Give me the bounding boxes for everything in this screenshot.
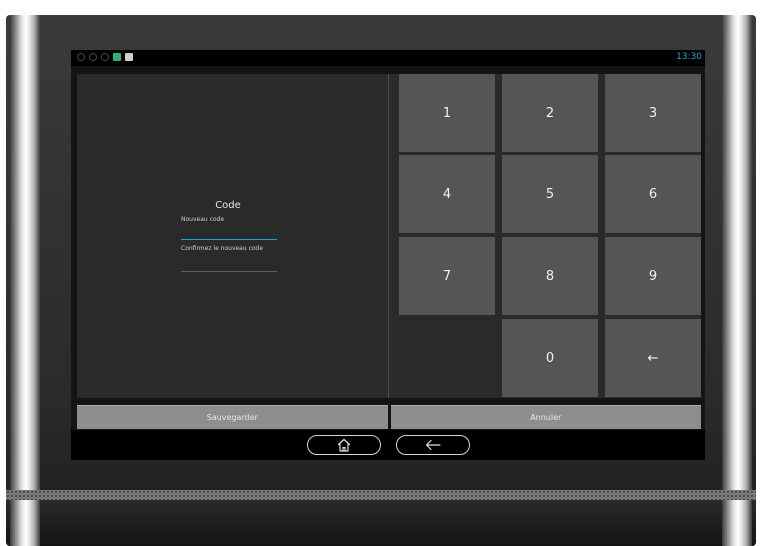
code-form: Code Nouveau code Confirmez le nouveau c… xyxy=(77,74,387,398)
code-dialog: Code Nouveau code Confirmez le nouveau c… xyxy=(77,74,701,398)
debug-icon xyxy=(101,53,109,61)
numeric-keypad: 1 2 3 4 5 6 7 8 9 0 ← xyxy=(399,74,701,398)
device-left-rail-lower xyxy=(10,500,40,546)
device-right-rail xyxy=(722,15,752,546)
key-2[interactable]: 2 xyxy=(502,74,598,152)
keyboard-icon xyxy=(125,53,133,61)
app-notification-icon xyxy=(113,53,121,61)
status-bar: 13:30 xyxy=(71,50,705,66)
device-speaker-grille xyxy=(6,490,756,500)
confirm-code-label: Confirmez le nouveau code xyxy=(181,245,264,252)
notification-icons xyxy=(77,53,133,61)
save-button[interactable]: Sauvegarder xyxy=(77,405,388,429)
navigation-bar xyxy=(71,430,705,460)
usb-icon xyxy=(89,53,97,61)
key-6[interactable]: 6 xyxy=(605,155,701,233)
key-3[interactable]: 3 xyxy=(605,74,701,152)
new-code-input[interactable] xyxy=(181,229,277,240)
sync-icon xyxy=(77,53,85,61)
key-8[interactable]: 8 xyxy=(502,237,598,315)
status-clock: 13:30 xyxy=(676,52,702,62)
device-screen: 13:30 Code Nouveau code Confirmez le nou… xyxy=(71,50,705,460)
back-button[interactable] xyxy=(396,435,470,455)
confirm-code-input[interactable] xyxy=(181,261,277,272)
key-7[interactable]: 7 xyxy=(399,237,495,315)
form-title: Code xyxy=(215,200,241,211)
backspace-arrow-icon: ← xyxy=(647,350,659,366)
key-backspace[interactable]: ← xyxy=(605,319,701,397)
cancel-button[interactable]: Annuler xyxy=(390,405,701,429)
key-0[interactable]: 0 xyxy=(502,319,598,397)
home-button[interactable] xyxy=(307,435,381,455)
key-4[interactable]: 4 xyxy=(399,155,495,233)
pane-divider xyxy=(388,74,389,398)
device-right-rail-lower xyxy=(722,500,752,546)
key-9[interactable]: 9 xyxy=(605,237,701,315)
back-arrow-icon xyxy=(425,439,441,451)
device-bottom-bezel xyxy=(6,500,756,546)
device-left-rail xyxy=(10,15,40,546)
new-code-label: Nouveau code xyxy=(181,216,225,223)
action-bar: Sauvegarder Annuler xyxy=(77,405,701,429)
key-1[interactable]: 1 xyxy=(399,74,495,152)
key-5[interactable]: 5 xyxy=(502,155,598,233)
home-icon xyxy=(337,438,351,452)
